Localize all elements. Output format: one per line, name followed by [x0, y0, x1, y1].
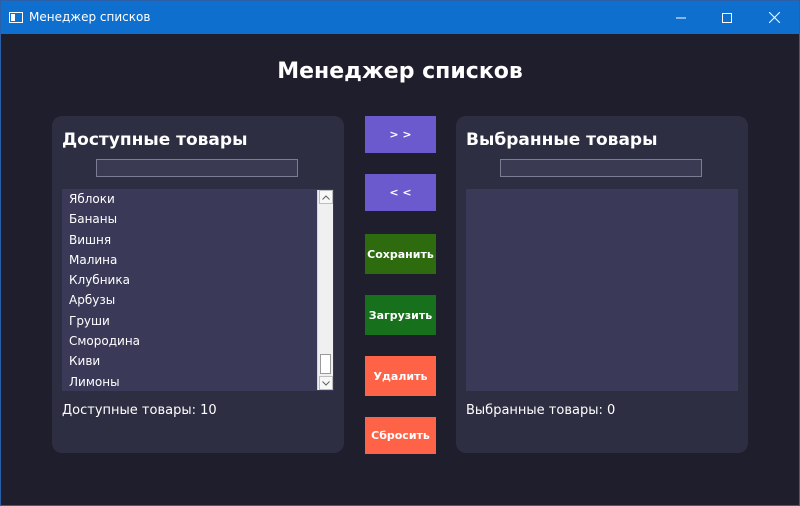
reset-button[interactable]: Сбросить: [365, 417, 436, 454]
available-scrollbar[interactable]: [317, 190, 333, 390]
close-icon: [768, 12, 780, 23]
title-bar[interactable]: Менеджер списков: [1, 1, 799, 34]
list-item[interactable]: Лимоны: [62, 372, 315, 391]
window-title: Менеджер списков: [29, 10, 151, 24]
load-button[interactable]: Загрузить: [365, 295, 436, 335]
list-item[interactable]: Арбузы: [62, 290, 315, 310]
available-panel-title: Доступные товары: [62, 130, 248, 150]
selected-filter-input[interactable]: [500, 159, 702, 177]
list-item[interactable]: Вишня: [62, 230, 315, 250]
list-item[interactable]: Смородина: [62, 331, 315, 351]
page-title: Менеджер списков: [277, 59, 523, 84]
chevron-down-icon: [322, 380, 330, 386]
app-window: Менеджер списков Менеджер списков Доступ…: [0, 0, 800, 506]
selected-panel-title: Выбранные товары: [466, 130, 658, 150]
close-button[interactable]: [751, 1, 797, 34]
available-items: Яблоки Бананы Вишня Малина Клубника Арбузы Гру…: [62, 189, 315, 391]
move-left-button[interactable]: < <: [365, 174, 436, 211]
list-item[interactable]: Бананы: [62, 209, 315, 229]
list-item[interactable]: Груши: [62, 311, 315, 331]
maximize-icon: [722, 12, 732, 23]
selected-items: [466, 189, 719, 391]
available-counter: Доступные товары: 10: [62, 403, 217, 418]
app-window-icon: [9, 12, 23, 23]
maximize-button[interactable]: [704, 1, 750, 34]
save-button[interactable]: Сохранить: [365, 234, 436, 274]
delete-button[interactable]: Удалить: [365, 356, 436, 396]
chevron-up-icon: [322, 194, 330, 200]
available-panel: Доступные товары Яблоки Бананы Вишня Малина…: [52, 116, 344, 453]
available-listbox[interactable]: Яблоки Бананы Вишня Малина Клубника Арбузы Гру…: [62, 189, 334, 391]
scroll-up-button[interactable]: [319, 190, 333, 204]
list-item[interactable]: Клубника: [62, 270, 315, 290]
list-item[interactable]: Малина: [62, 250, 315, 270]
list-item[interactable]: Киви: [62, 351, 315, 371]
selected-listbox[interactable]: [466, 189, 738, 391]
selected-counter: Выбранные товары: 0: [466, 403, 616, 418]
minimize-button[interactable]: [658, 1, 704, 34]
available-filter-input[interactable]: [96, 159, 298, 177]
selected-panel: Выбранные товары Выбранные товары: 0: [456, 116, 748, 453]
scroll-thumb[interactable]: [320, 354, 331, 374]
list-item[interactable]: Яблоки: [62, 189, 315, 209]
scroll-down-button[interactable]: [319, 376, 333, 390]
minimize-icon: [676, 17, 686, 18]
move-right-button[interactable]: > >: [365, 116, 436, 153]
